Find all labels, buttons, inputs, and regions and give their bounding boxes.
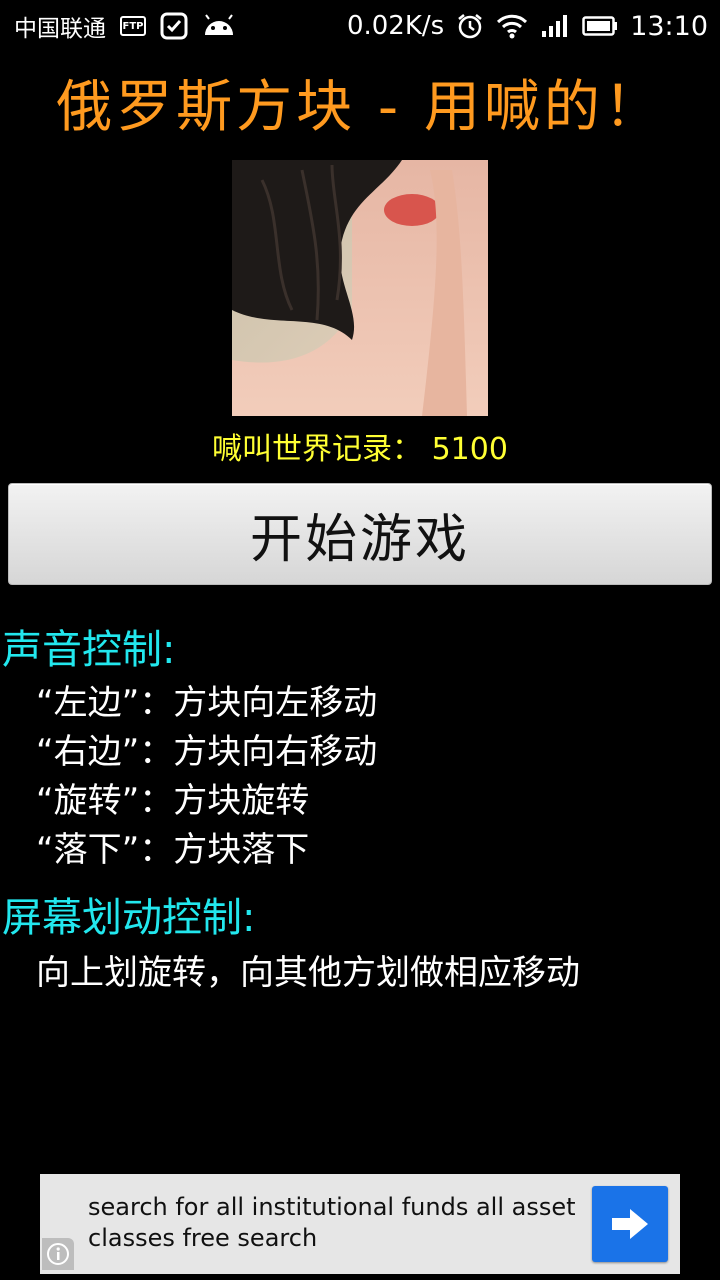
android-icon (202, 13, 236, 39)
alarm-icon (456, 12, 484, 40)
voice-control-heading: 声音控制: (2, 627, 176, 673)
voice-command-left: “左边”：方块向左移动 (36, 683, 378, 723)
status-bar: 中国联通 FTP 0.02K/s 13:10 (0, 0, 720, 52)
app-title: 俄罗斯方块 - 用喊的！ (56, 75, 664, 140)
ad-banner[interactable]: search for all institutional funds all a… (40, 1174, 680, 1274)
network-speed: 0.02K/s (346, 11, 445, 41)
swipe-control-heading: 屏幕划动控制: (2, 895, 256, 941)
ftp-icon: FTP (120, 16, 146, 36)
ad-go-button[interactable] (592, 1186, 668, 1262)
signal-icon (540, 13, 570, 39)
battery-icon (582, 15, 618, 37)
hero-photo (232, 160, 488, 416)
checklist-icon (160, 12, 188, 40)
clock: 13:10 (630, 10, 708, 42)
carrier-name: 中国联通 (14, 16, 106, 42)
wifi-icon (496, 13, 528, 39)
high-score: 喊叫世界记录： 5100 (212, 432, 508, 467)
ad-text[interactable]: search for all institutional funds all a… (88, 1192, 618, 1254)
voice-command-rotate: “旋转”：方块旋转 (36, 781, 310, 821)
info-icon[interactable] (42, 1238, 74, 1270)
swipe-control-description: 向上划旋转，向其他方划做相应移动 (36, 953, 580, 993)
voice-command-right: “右边”：方块向右移动 (36, 732, 378, 772)
start-game-button[interactable]: 开始游戏 (8, 483, 712, 585)
voice-command-drop: “落下”：方块落下 (36, 830, 310, 870)
arrow-right-icon (612, 1209, 648, 1239)
